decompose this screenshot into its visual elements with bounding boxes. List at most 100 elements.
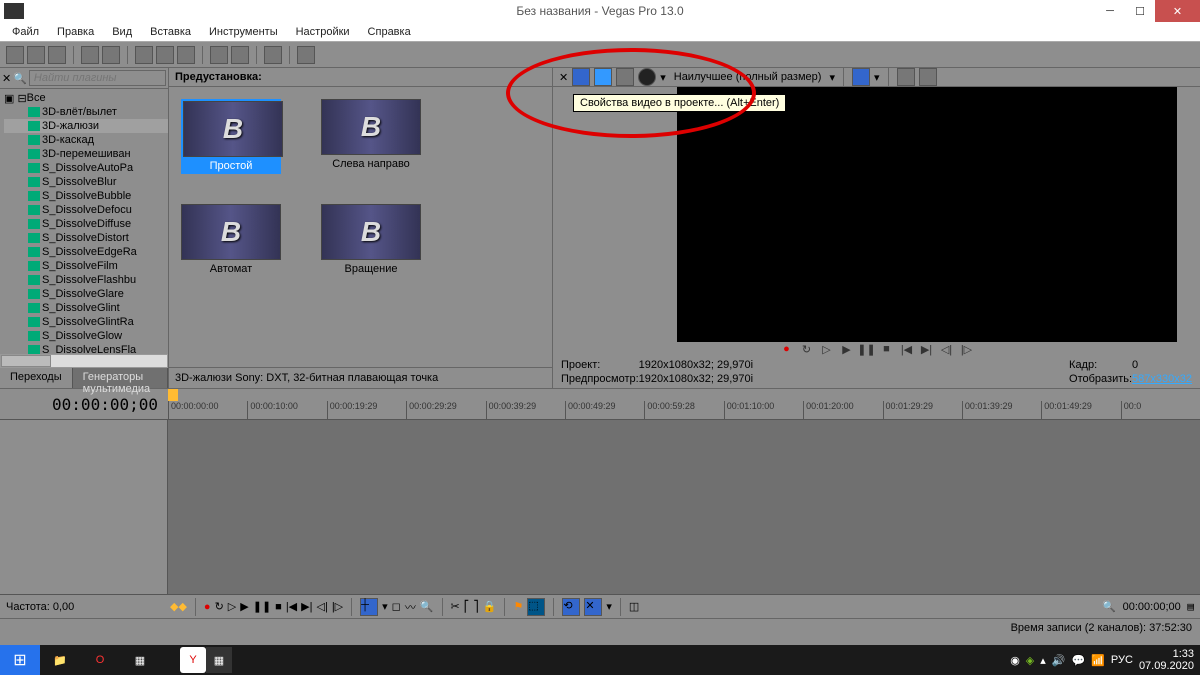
preset-item[interactable]: BВращение — [321, 204, 421, 275]
paste-icon[interactable] — [177, 46, 195, 64]
tree-item[interactable]: S_DissolveDefocu — [4, 203, 168, 217]
prev-frame-icon[interactable]: ◁| — [939, 342, 955, 356]
play-start-icon[interactable]: ▷ — [228, 600, 236, 613]
play-start-icon[interactable]: ▷ — [819, 342, 835, 356]
menu-settings[interactable]: Настройки — [288, 24, 358, 40]
menu-view[interactable]: Вид — [104, 24, 140, 40]
quality-dropdown[interactable]: Наилучшее (полный размер) — [670, 70, 826, 84]
tray-lang[interactable]: РУС — [1111, 654, 1133, 666]
prev-frame-icon[interactable]: ◁| — [316, 600, 327, 613]
tray-action-icon[interactable]: 💬 — [1072, 654, 1086, 667]
loop-icon[interactable]: ↻ — [215, 600, 224, 613]
touch-icon[interactable] — [264, 46, 282, 64]
tree-item[interactable]: S_DissolveDiffuse — [4, 217, 168, 231]
taskbar-explorer-icon[interactable]: 📁 — [40, 645, 80, 675]
tree-item[interactable]: S_DissolveGlare — [4, 287, 168, 301]
new-icon[interactable] — [6, 46, 24, 64]
go-start-icon[interactable]: |◀ — [286, 600, 297, 613]
presets-grid[interactable]: BПростой BСлева направо BАвтомат BВращение — [169, 87, 552, 367]
lock-icon[interactable]: 🔒 — [483, 600, 497, 613]
search-input[interactable] — [29, 70, 166, 86]
tree-item[interactable]: S_DissolveDistort — [4, 231, 168, 245]
tree-item[interactable]: S_DissolveEdgeRa — [4, 245, 168, 259]
next-frame-icon[interactable]: |▷ — [959, 342, 975, 356]
copy-snapshot-icon[interactable] — [897, 68, 915, 86]
copy-icon[interactable] — [156, 46, 174, 64]
marker-icon[interactable]: ⚑ — [513, 600, 523, 613]
record-icon[interactable]: ● — [779, 342, 795, 356]
menu-insert[interactable]: Вставка — [142, 24, 199, 40]
tree-item[interactable]: 3D-жалюзи — [4, 119, 168, 133]
timecode-display[interactable]: 00:00:00;00 — [1123, 601, 1181, 613]
taskbar-vegas-icon[interactable]: ▦ — [206, 647, 232, 673]
start-button[interactable]: ⊞ — [0, 645, 40, 675]
rate-handle-icon[interactable]: ◆◆ — [170, 600, 187, 613]
save-icon[interactable] — [48, 46, 66, 64]
tree-item[interactable]: S_DissolveLensFla — [4, 343, 168, 354]
next-frame-icon[interactable]: |▷ — [332, 600, 343, 613]
cut-icon[interactable] — [135, 46, 153, 64]
preset-item[interactable]: BПростой — [181, 99, 281, 174]
minimize-button[interactable]: ─ — [1095, 0, 1125, 22]
scrollbar[interactable] — [0, 354, 168, 368]
track-area[interactable] — [168, 420, 1200, 594]
display-value[interactable]: 587x330x32 — [1132, 373, 1192, 385]
tray-clock[interactable]: 1:33 07.09.2020 — [1139, 648, 1194, 672]
tree-item[interactable]: S_DissolveAutoPa — [4, 161, 168, 175]
undo-icon[interactable] — [210, 46, 228, 64]
stop-icon[interactable]: ■ — [275, 601, 282, 613]
tree-item[interactable]: S_DissolveFilm — [4, 259, 168, 273]
save-snapshot-icon[interactable] — [919, 68, 937, 86]
cut-icon[interactable]: ✂ — [451, 600, 460, 613]
taskbar-opera-icon[interactable]: O — [80, 645, 120, 675]
render-icon[interactable] — [81, 46, 99, 64]
go-end-icon[interactable]: ▶| — [301, 600, 312, 613]
tree-item[interactable]: S_DissolveGlint — [4, 301, 168, 315]
preset-item[interactable]: BАвтомат — [181, 204, 281, 275]
properties-icon[interactable] — [102, 46, 120, 64]
track-headers[interactable] — [0, 420, 168, 594]
loop-icon[interactable]: ↻ — [799, 342, 815, 356]
tree-item[interactable]: S_DissolveGlintRa — [4, 315, 168, 329]
menu-file[interactable]: Файл — [4, 24, 47, 40]
tray-nvidia-icon[interactable]: ◈ — [1026, 654, 1034, 667]
preset-item[interactable]: BСлева направо — [321, 99, 421, 174]
redo-icon[interactable] — [231, 46, 249, 64]
zoom-tool-icon[interactable]: 🔍 — [420, 600, 434, 613]
play-icon[interactable]: ▶ — [240, 600, 248, 613]
taskbar-app-icon[interactable]: ▦ — [120, 645, 160, 675]
project-props-icon[interactable] — [572, 68, 590, 86]
autoripple-icon[interactable]: ⟲ — [562, 598, 580, 616]
search-icon[interactable]: 🔍 — [13, 72, 27, 85]
fx-icon[interactable] — [638, 68, 656, 86]
close-icon[interactable]: ✕ — [2, 72, 11, 85]
pause-icon[interactable]: ❚❚ — [253, 600, 271, 613]
stop-icon[interactable]: ■ — [879, 342, 895, 356]
tree-item[interactable]: 3D-влёт/вылет — [4, 105, 168, 119]
plugin-tree[interactable]: ▣ ⊟ Все 3D-влёт/вылет3D-жалюзи3D-каскад3… — [0, 89, 168, 354]
go-start-icon[interactable]: |◀ — [899, 342, 915, 356]
ignore-group-icon[interactable]: ◫ — [629, 600, 639, 613]
close-icon[interactable]: ✕ — [559, 71, 568, 84]
help-icon[interactable] — [297, 46, 315, 64]
record-icon[interactable]: ● — [204, 601, 211, 613]
tree-item[interactable]: S_DissolveGlow — [4, 329, 168, 343]
go-end-icon[interactable]: ▶| — [919, 342, 935, 356]
autocross-icon[interactable]: ✕ — [584, 598, 602, 616]
select-tool-icon[interactable]: ◻ — [392, 600, 401, 613]
close-button[interactable]: ✕ — [1155, 0, 1200, 22]
tree-item[interactable]: S_DissolveBlur — [4, 175, 168, 189]
edit-tool-icon[interactable]: ┼ — [360, 598, 378, 616]
taskbar-yandex-icon[interactable]: Y — [180, 647, 206, 673]
tab-generators[interactable]: Генераторы мультимедиа — [73, 368, 168, 388]
pause-icon[interactable]: ❚❚ — [859, 342, 875, 356]
grid-icon[interactable] — [852, 68, 870, 86]
external-monitor-icon[interactable] — [594, 68, 612, 86]
tray-network-icon[interactable]: 📶 — [1091, 654, 1105, 667]
trim-end-icon[interactable]: ⎤ — [473, 600, 479, 613]
playhead-marker[interactable] — [168, 389, 178, 401]
tree-item[interactable]: S_DissolveBubble — [4, 189, 168, 203]
snap-icon[interactable]: ⬚ — [527, 598, 545, 616]
overlay-icon[interactable] — [616, 68, 634, 86]
timeline-timecode[interactable]: 00:00:00;00 — [0, 395, 168, 414]
